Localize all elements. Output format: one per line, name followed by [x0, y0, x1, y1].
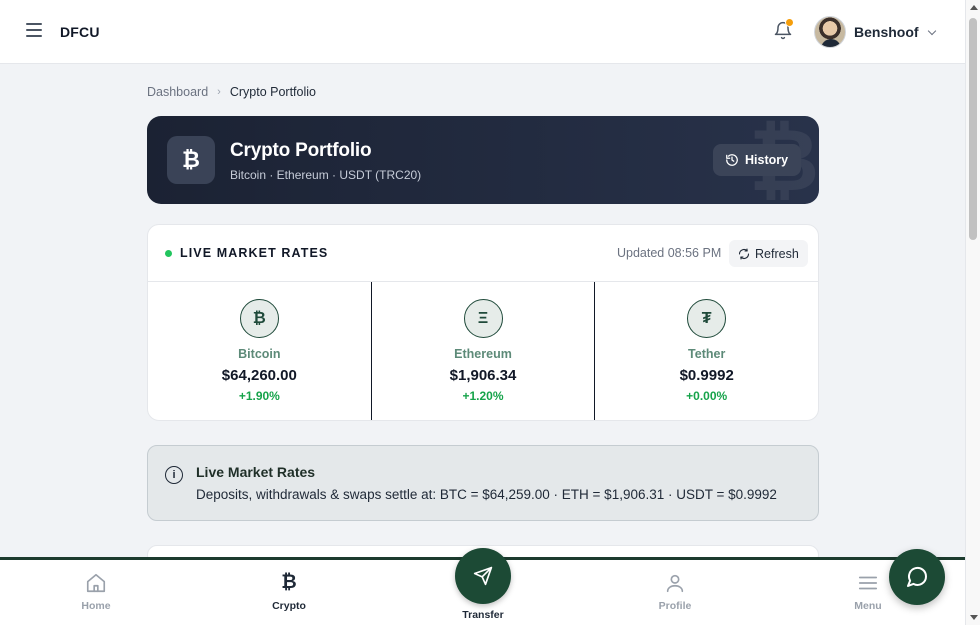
scroll-thumb[interactable] — [969, 18, 977, 240]
coin-rate-ethereum[interactable]: Ξ Ethereum $1,906.34 +1.20% — [370, 282, 595, 420]
coin-rate-tether[interactable]: ₮ Tether $0.9992 +0.00% — [594, 282, 818, 420]
settlement-rates-banner: i Live Market Rates Deposits, withdrawal… — [147, 445, 819, 521]
notification-dot — [785, 18, 794, 27]
banner-title: Live Market Rates — [196, 464, 316, 480]
bitcoin-icon: ₿ — [167, 136, 215, 184]
rates-title: LIVE MARKET RATES — [180, 246, 329, 260]
top-bar: DFCU Benshoof — [0, 0, 965, 64]
nav-crypto-label: Crypto — [272, 600, 306, 612]
history-button-label: History — [745, 153, 789, 167]
live-market-rates-card: LIVE MARKET RATES Updated 08:56 PM Refre… — [147, 224, 819, 421]
user-icon — [666, 574, 684, 593]
history-button[interactable]: History — [713, 144, 802, 176]
page-subtitle: Bitcoin · Ethereum · USDT (TRC20) — [230, 168, 422, 182]
coin-change: +1.90% — [238, 389, 280, 403]
banner-text: Deposits, withdrawals & swaps settle at:… — [196, 487, 777, 502]
coin-name: Bitcoin — [238, 347, 281, 361]
refresh-button-label: Refresh — [755, 246, 799, 261]
nav-home[interactable]: Home — [51, 572, 141, 612]
history-icon — [726, 154, 738, 166]
nav-profile[interactable]: Profile — [630, 572, 720, 612]
bitcoin-icon: ₿ — [239, 299, 279, 338]
avatar — [814, 16, 846, 48]
nav-profile-label: Profile — [658, 600, 692, 612]
user-name: Benshoof — [854, 24, 919, 40]
refresh-icon — [738, 247, 750, 260]
menu-icon — [858, 576, 878, 590]
page-scrollbar[interactable] — [965, 0, 980, 625]
breadcrumb: Dashboard › Crypto Portfolio — [147, 85, 316, 99]
coin-change: +0.00% — [686, 389, 728, 403]
coin-name: Ethereum — [454, 347, 512, 361]
bottom-navigation: Home ₿ Crypto Transfer Profile Menu — [0, 548, 965, 625]
refresh-button[interactable]: Refresh — [729, 240, 808, 267]
home-icon — [86, 573, 106, 593]
info-icon: i — [165, 466, 183, 484]
rates-header: LIVE MARKET RATES Updated 08:56 PM Refre… — [148, 225, 818, 282]
coin-price: $0.9992 — [679, 367, 734, 384]
coin-rate-list: ₿ Bitcoin $64,260.00 +1.90% Ξ Ethereum $… — [148, 282, 818, 420]
coin-rate-bitcoin[interactable]: ₿ Bitcoin $64,260.00 +1.90% — [148, 282, 371, 420]
coin-price: $64,260.00 — [221, 367, 297, 384]
scroll-down-arrow-icon[interactable] — [970, 615, 978, 620]
nav-menu-label: Menu — [854, 600, 882, 612]
nav-crypto[interactable]: ₿ Crypto — [244, 572, 334, 612]
page-title: Crypto Portfolio — [230, 140, 372, 161]
tether-icon: ₮ — [687, 299, 727, 338]
user-menu[interactable]: Benshoof — [814, 16, 936, 48]
bitcoin-icon: ₿ — [281, 572, 297, 593]
transfer-button[interactable] — [455, 548, 511, 604]
chevron-down-icon — [927, 26, 936, 35]
coin-name: Tether — [688, 347, 726, 361]
brand-name[interactable]: DFCU — [60, 24, 100, 40]
breadcrumb-separator: › — [217, 86, 221, 98]
hamburger-menu-icon[interactable] — [26, 23, 42, 37]
coin-change: +1.20% — [462, 389, 504, 403]
breadcrumb-dashboard-link[interactable]: Dashboard — [147, 85, 208, 99]
scroll-up-arrow-icon[interactable] — [970, 5, 978, 10]
breadcrumb-current: Crypto Portfolio — [229, 85, 316, 99]
live-indicator-dot — [165, 250, 172, 257]
updated-timestamp: Updated 08:56 PM — [617, 246, 722, 260]
chat-button[interactable] — [889, 549, 945, 605]
ethereum-icon: Ξ — [463, 299, 503, 338]
portfolio-hero-card: ₿ ₿ Crypto Portfolio Bitcoin · Ethereum … — [147, 116, 819, 204]
chat-bubble-icon — [907, 566, 928, 587]
nav-transfer-label[interactable]: Transfer — [437, 609, 529, 621]
send-icon — [473, 566, 493, 586]
nav-home-label: Home — [81, 600, 111, 612]
coin-price: $1,906.34 — [449, 367, 517, 384]
